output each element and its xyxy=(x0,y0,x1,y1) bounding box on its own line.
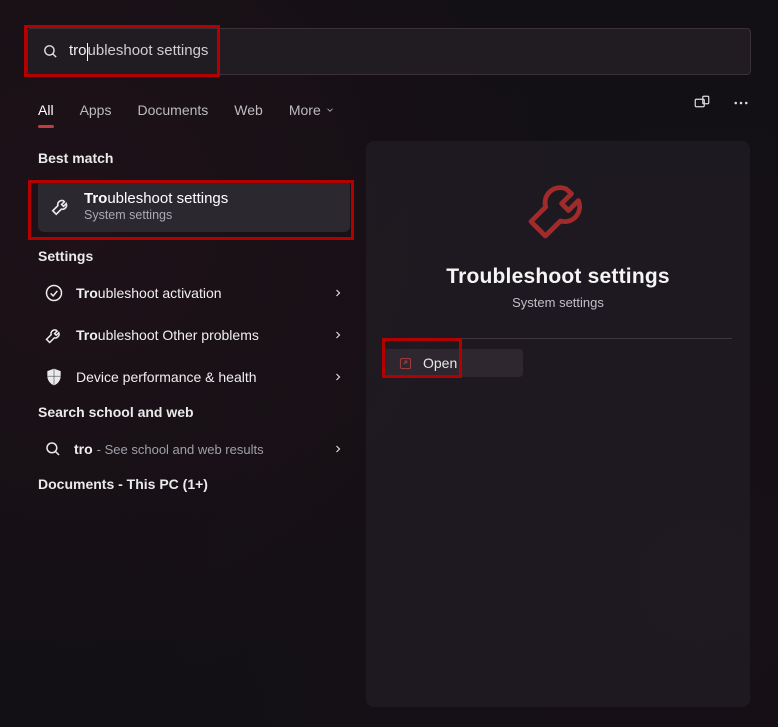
best-match-title: Troubleshoot settings xyxy=(84,190,228,207)
wrench-icon xyxy=(50,195,72,217)
preview-subtitle: System settings xyxy=(512,295,604,310)
chevron-down-icon xyxy=(325,105,335,115)
tab-all[interactable]: All xyxy=(38,102,54,118)
results-left-column: Best match Troubleshoot settings System … xyxy=(38,150,350,717)
school-web-item[interactable]: tro - See school and web results xyxy=(38,428,350,470)
search-typed-text: tro xyxy=(69,42,87,59)
search-box[interactable]: troubleshoot settings xyxy=(27,28,751,75)
search-toolbar-right xyxy=(692,94,750,112)
settings-heading: Settings xyxy=(38,248,350,264)
open-button-label: Open xyxy=(423,355,457,371)
result-filter-tabs: All Apps Documents Web More xyxy=(38,96,752,124)
school-web-item-label: tro - See school and web results xyxy=(74,441,320,457)
search-icon xyxy=(44,440,62,458)
check-circle-icon xyxy=(44,283,64,303)
search-input[interactable]: troubleshoot settings xyxy=(69,42,208,60)
divider xyxy=(384,338,732,339)
chevron-right-icon xyxy=(332,329,344,341)
best-match-subtitle: System settings xyxy=(84,208,228,222)
settings-item-label: Device performance & health xyxy=(76,369,320,385)
search-completion-text: ubleshoot settings xyxy=(88,42,209,59)
tab-more[interactable]: More xyxy=(289,102,335,118)
settings-item-troubleshoot-other[interactable]: Troubleshoot Other problems xyxy=(38,314,350,356)
chevron-right-icon xyxy=(332,287,344,299)
chevron-right-icon xyxy=(332,443,344,455)
settings-item-label: Troubleshoot Other problems xyxy=(76,327,320,343)
tab-web[interactable]: Web xyxy=(234,102,263,118)
connect-device-icon[interactable] xyxy=(692,94,712,112)
open-button[interactable]: Open xyxy=(384,349,523,377)
settings-item-troubleshoot-activation[interactable]: Troubleshoot activation xyxy=(38,272,350,314)
preview-panel: Troubleshoot settings System settings Op… xyxy=(366,141,750,707)
documents-heading: Documents - This PC (1+) xyxy=(38,476,350,492)
tab-apps[interactable]: Apps xyxy=(80,102,112,118)
school-web-heading: Search school and web xyxy=(38,404,350,420)
tab-more-label: More xyxy=(289,102,321,118)
tab-documents[interactable]: Documents xyxy=(137,102,208,118)
shield-icon xyxy=(44,367,64,387)
best-match-heading: Best match xyxy=(38,150,350,166)
preview-title: Troubleshoot settings xyxy=(446,265,670,289)
search-icon xyxy=(42,43,59,60)
best-match-result[interactable]: Troubleshoot settings System settings xyxy=(38,180,350,232)
chevron-right-icon xyxy=(332,371,344,383)
settings-item-device-performance[interactable]: Device performance & health xyxy=(38,356,350,398)
wrench-icon xyxy=(44,325,64,345)
settings-item-label: Troubleshoot activation xyxy=(76,285,320,301)
open-icon xyxy=(398,356,413,371)
more-options-icon[interactable] xyxy=(732,94,750,112)
wrench-icon-large xyxy=(522,173,594,245)
